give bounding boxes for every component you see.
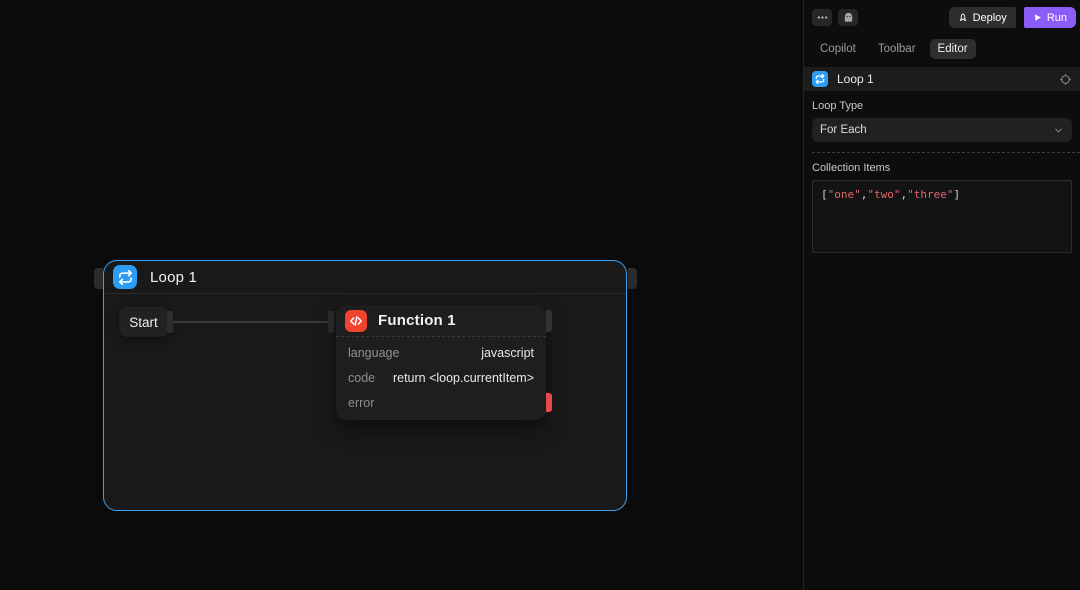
- tab-editor[interactable]: Editor: [930, 39, 976, 59]
- workflow-canvas[interactable]: Loop 1 Start: [0, 0, 803, 590]
- loop-type-field: Loop Type For Each: [804, 100, 1080, 142]
- tab-toolbar[interactable]: Toolbar: [870, 39, 924, 59]
- more-options-button[interactable]: [812, 9, 832, 26]
- panel-tabs: Copilot Toolbar Editor: [804, 33, 1080, 67]
- ellipsis-icon: [817, 12, 828, 23]
- start-node-label: Start: [129, 315, 158, 330]
- section-divider: [812, 152, 1080, 153]
- function-node[interactable]: Function 1 language javascript code retu…: [336, 305, 546, 420]
- loop-output-handle[interactable]: [628, 268, 637, 289]
- panel-topbar: Deploy Run: [804, 0, 1080, 33]
- property-value: return <loop.currentItem>: [393, 371, 534, 385]
- loop-type-label: Loop Type: [812, 100, 1072, 112]
- loop-repeat-icon: [113, 265, 137, 289]
- function-node-header[interactable]: Function 1: [336, 305, 546, 337]
- deploy-button-label: Deploy: [973, 12, 1007, 24]
- function-node-properties: language javascript code return <loop.cu…: [336, 337, 546, 418]
- run-button[interactable]: Run: [1024, 7, 1076, 28]
- loop-node[interactable]: Loop 1 Start: [103, 260, 627, 511]
- function-row-code[interactable]: code return <loop.currentItem>: [336, 365, 546, 390]
- loop-repeat-icon-small: [812, 71, 828, 87]
- crosshair-icon: [1059, 73, 1072, 86]
- ghost-icon: [843, 12, 854, 23]
- run-button-label: Run: [1047, 12, 1067, 24]
- loop-node-header[interactable]: Loop 1: [104, 261, 626, 294]
- loop-type-value: For Each: [820, 124, 867, 136]
- copilot-button[interactable]: [838, 9, 858, 26]
- property-key: language: [348, 346, 399, 360]
- collection-items-editor[interactable]: ["one","two","three"]: [812, 180, 1072, 253]
- loop-node-body: Start Function 1: [104, 294, 626, 510]
- rocket-icon: [958, 13, 968, 23]
- inspector-panel: Deploy Run Copilot Toolbar Editor: [804, 0, 1080, 590]
- collection-items-field: Collection Items ["one","two","three"]: [804, 162, 1080, 253]
- error-output-handle[interactable]: [546, 393, 552, 412]
- connector-line: [173, 321, 329, 323]
- code-token: "three": [907, 188, 953, 201]
- play-icon: [1033, 13, 1042, 22]
- inspector-node-title: Loop 1: [837, 72, 1050, 86]
- property-key: error: [348, 396, 374, 410]
- loop-input-handle[interactable]: [94, 268, 103, 289]
- start-node[interactable]: Start: [119, 307, 168, 337]
- code-token: "one": [828, 188, 861, 201]
- function-row-language[interactable]: language javascript: [336, 340, 546, 365]
- function-node-title: Function 1: [378, 312, 456, 329]
- code-token: "two": [867, 188, 900, 201]
- property-value: javascript: [481, 346, 534, 360]
- tab-copilot[interactable]: Copilot: [812, 39, 864, 59]
- loop-type-select[interactable]: For Each: [812, 118, 1072, 142]
- collection-items-label: Collection Items: [812, 162, 1072, 174]
- app-window: Loop 1 Start: [0, 0, 1080, 590]
- code-token: [: [821, 188, 828, 201]
- inspector-node-header[interactable]: Loop 1: [804, 67, 1080, 91]
- loop-node-title: Loop 1: [150, 269, 197, 286]
- property-key: code: [348, 371, 375, 385]
- function-output-handle[interactable]: [546, 310, 552, 332]
- code-token: ]: [953, 188, 960, 201]
- deploy-button[interactable]: Deploy: [949, 7, 1016, 28]
- locate-node-button[interactable]: [1059, 73, 1072, 86]
- code-icon: [345, 310, 367, 332]
- chevron-down-icon: [1053, 125, 1064, 136]
- function-input-handle[interactable]: [328, 311, 334, 333]
- function-row-error[interactable]: error: [336, 390, 546, 415]
